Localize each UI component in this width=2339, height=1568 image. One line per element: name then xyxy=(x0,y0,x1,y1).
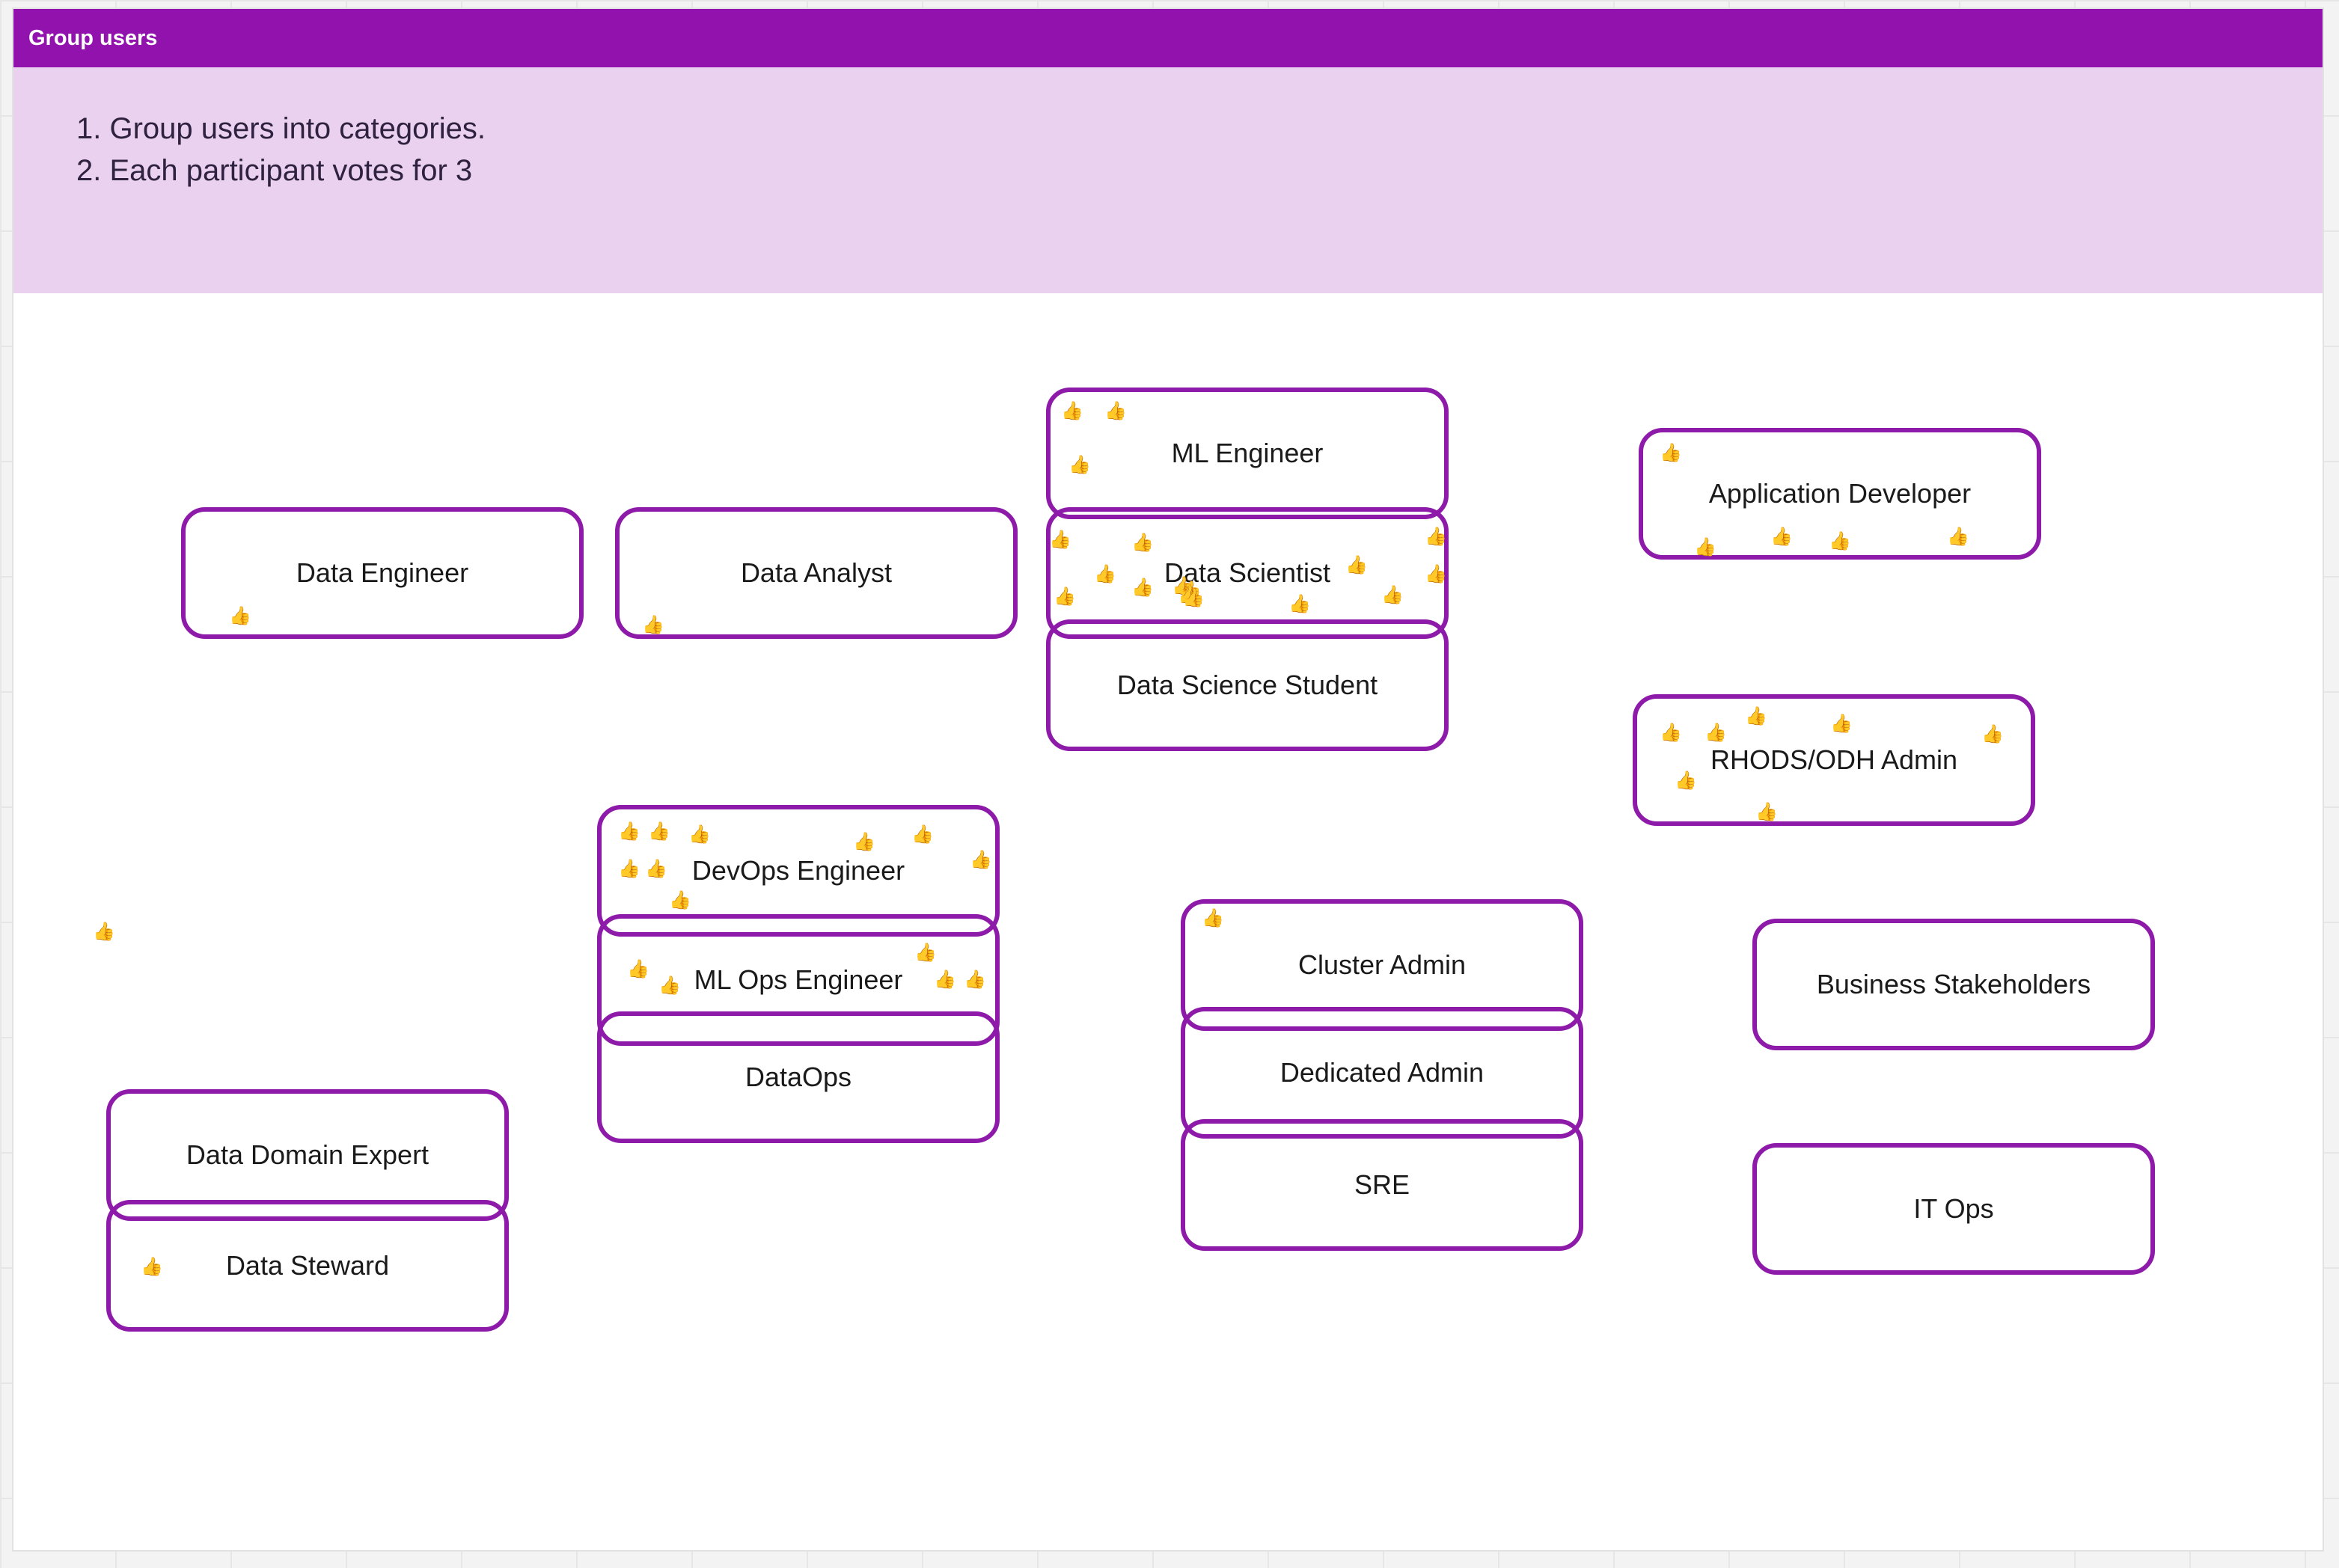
thumbs-up-icon[interactable]: 👍 xyxy=(648,823,670,841)
card-dataops[interactable]: DataOps xyxy=(597,1011,1000,1143)
card-label: Cluster Admin xyxy=(1297,949,1467,980)
thumbs-up-icon[interactable]: 👍 xyxy=(1425,566,1447,584)
thumbs-up-icon[interactable]: 👍 xyxy=(642,616,664,634)
card-label: Data Analyst xyxy=(740,557,893,588)
card-label: Dedicated Admin xyxy=(1279,1057,1485,1088)
thumbs-up-icon[interactable]: 👍 xyxy=(1755,803,1778,821)
frame-header[interactable]: Group users xyxy=(13,9,2323,67)
thumbs-up-icon[interactable]: 👍 xyxy=(645,860,667,878)
thumbs-up-icon[interactable]: 👍 xyxy=(688,826,711,844)
thumbs-up-icon[interactable]: 👍 xyxy=(914,944,937,962)
thumbs-up-icon[interactable]: 👍 xyxy=(1704,724,1727,742)
thumbs-up-icon[interactable]: 👍 xyxy=(1131,534,1154,552)
card-business-stakeholders[interactable]: Business Stakeholders xyxy=(1752,919,2155,1050)
thumbs-up-icon[interactable]: 👍 xyxy=(970,851,992,869)
card-label: IT Ops xyxy=(1913,1193,1994,1224)
card-label: Data Engineer xyxy=(296,557,469,588)
thumbs-up-icon[interactable]: 👍 xyxy=(964,971,986,989)
thumbs-up-icon[interactable]: 👍 xyxy=(853,833,875,851)
thumbs-up-icon[interactable]: 👍 xyxy=(618,860,640,878)
thumbs-up-icon[interactable]: 👍 xyxy=(1830,715,1853,733)
thumbs-up-icon[interactable]: 👍 xyxy=(618,823,640,841)
thumbs-up-icon[interactable]: 👍 xyxy=(1054,588,1076,606)
thumbs-up-icon[interactable]: 👍 xyxy=(1675,772,1697,790)
thumbs-up-icon[interactable]: 👍 xyxy=(93,923,115,941)
thumbs-up-icon[interactable]: 👍 xyxy=(229,607,251,625)
card-label: Business Stakeholders xyxy=(1816,969,2091,999)
instruction-item: 2. Each participant votes for 3 xyxy=(76,154,473,187)
card-data-analyst[interactable]: Data Analyst xyxy=(615,507,1018,639)
frame-title[interactable]: Group users xyxy=(28,9,157,67)
thumbs-up-icon[interactable]: 👍 xyxy=(1068,456,1091,474)
thumbs-up-icon[interactable]: 👍 xyxy=(627,961,649,979)
thumbs-up-icon[interactable]: 👍 xyxy=(1981,726,2004,744)
thumbs-up-icon[interactable]: 👍 xyxy=(934,971,956,989)
card-label: SRE xyxy=(1354,1169,1410,1200)
thumbs-up-icon[interactable]: 👍 xyxy=(1745,708,1767,726)
thumbs-up-icon[interactable]: 👍 xyxy=(658,977,681,995)
thumbs-up-icon[interactable]: 👍 xyxy=(1202,910,1224,928)
instructions-list: 1. Group users into categories. 2. Each … xyxy=(76,108,486,192)
thumbs-up-icon[interactable]: 👍 xyxy=(911,826,934,844)
thumbs-up-icon[interactable]: 👍 xyxy=(1381,587,1404,604)
card-label: ML Engineer xyxy=(1171,438,1324,468)
thumbs-up-icon[interactable]: 👍 xyxy=(669,892,691,910)
card-data-science-student[interactable]: Data Science Student xyxy=(1046,619,1449,751)
thumbs-up-icon[interactable]: 👍 xyxy=(1660,444,1682,462)
thumbs-up-icon[interactable]: 👍 xyxy=(1947,528,1969,546)
card-label: Data Domain Expert xyxy=(186,1139,429,1170)
thumbs-up-icon[interactable]: 👍 xyxy=(1104,402,1127,420)
thumbs-up-icon[interactable]: 👍 xyxy=(1829,533,1851,551)
card-it-ops[interactable]: IT Ops xyxy=(1752,1143,2155,1275)
thumbs-up-icon[interactable]: 👍 xyxy=(1770,528,1793,546)
card-label: Application Developer xyxy=(1708,478,1972,509)
instructions-note[interactable]: 1. Group users into categories. 2. Each … xyxy=(13,67,2323,293)
thumbs-up-icon[interactable]: 👍 xyxy=(1694,539,1716,557)
card-data-steward[interactable]: Data Steward xyxy=(106,1200,509,1332)
thumbs-up-icon[interactable]: 👍 xyxy=(1288,595,1311,613)
card-label: Data Steward xyxy=(225,1250,390,1281)
card-label: DataOps xyxy=(744,1062,852,1092)
thumbs-up-icon[interactable]: 👍 xyxy=(1182,589,1205,607)
thumbs-up-icon[interactable]: 👍 xyxy=(1061,402,1083,420)
thumbs-up-icon[interactable]: 👍 xyxy=(1425,528,1447,546)
thumbs-up-icon[interactable]: 👍 xyxy=(141,1258,163,1276)
thumbs-up-icon[interactable]: 👍 xyxy=(1094,566,1116,584)
thumbs-up-icon[interactable]: 👍 xyxy=(1345,557,1368,575)
card-sre[interactable]: SRE xyxy=(1181,1119,1583,1251)
card-label: Data Science Student xyxy=(1116,670,1378,700)
thumbs-up-icon[interactable]: 👍 xyxy=(1049,531,1071,549)
thumbs-up-icon[interactable]: 👍 xyxy=(1660,724,1682,742)
instruction-item: 1. Group users into categories. xyxy=(76,112,486,145)
thumbs-up-icon[interactable]: 👍 xyxy=(1131,579,1154,597)
